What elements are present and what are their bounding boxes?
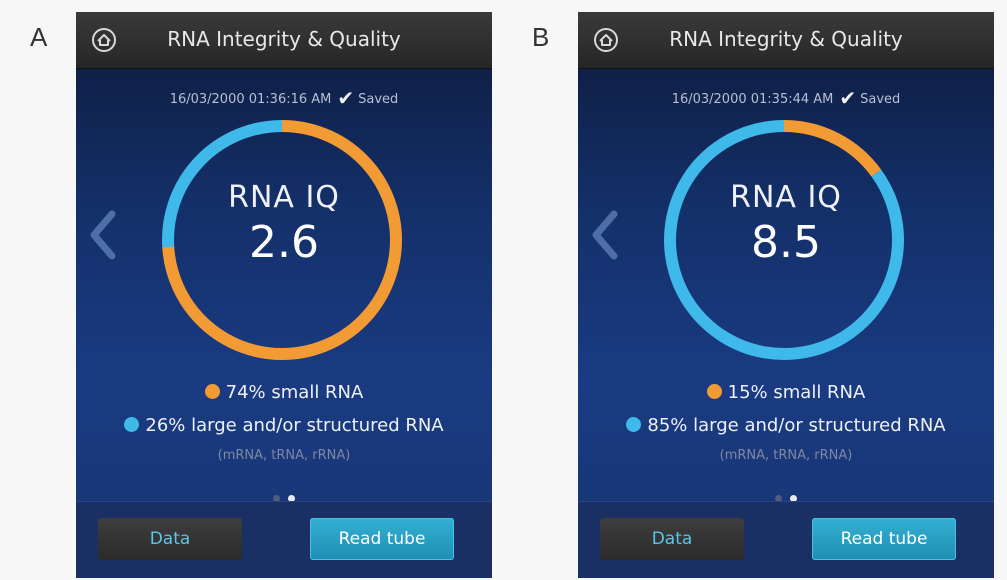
data-button[interactable]: Data — [600, 518, 744, 560]
device-screen-a: RNA Integrity & Quality 16/03/2000 01:36… — [76, 12, 492, 578]
orange-dot-icon — [204, 384, 220, 399]
timestamp: 16/03/2000 01:35:44 AM — [671, 92, 834, 107]
timestamp: 16/03/2000 01:36:16 AM — [169, 92, 332, 107]
screen-title: RNA Integrity & Quality — [669, 27, 903, 51]
read-tube-button[interactable]: Read tube — [812, 518, 956, 560]
blue-dot-icon — [124, 417, 140, 432]
screen-title: RNA Integrity & Quality — [167, 27, 401, 51]
saved-label: Saved — [358, 92, 399, 107]
large-rna-text: 26% large and/or structured RNA — [145, 415, 444, 436]
panel-letter-a: A — [30, 22, 48, 52]
large-rna-text: 85% large and/or structured RNA — [647, 415, 946, 436]
device-screen-b: RNA Integrity & Quality 16/03/2000 01:35… — [578, 12, 994, 578]
saved-label: Saved — [860, 92, 901, 107]
panel-letter-b: B — [532, 22, 550, 52]
rna-types-note: (mRNA, tRNA, rRNA) — [217, 448, 351, 463]
legend-small-rna: 15% small RNA — [578, 382, 994, 403]
read-tube-button[interactable]: Read tube — [310, 518, 454, 560]
rna-iq-value: 8.5 — [751, 217, 821, 268]
legend-large-rna: 85% large and/or structured RNA — [578, 415, 994, 436]
title-bar: RNA Integrity & Quality — [76, 12, 492, 69]
saved-stamp: 16/03/2000 01:36:16 AM ✔ Saved — [76, 86, 492, 110]
rna-iq-label: RNA IQ — [228, 180, 340, 215]
title-bar: RNA Integrity & Quality — [578, 12, 994, 69]
rna-types-note: (mRNA, tRNA, rRNA) — [719, 448, 853, 463]
bottom-bar: Data Read tube — [578, 501, 994, 578]
legend-large-rna: 26% large and/or structured RNA — [76, 415, 492, 436]
data-button[interactable]: Data — [98, 518, 242, 560]
blue-dot-icon — [626, 417, 642, 432]
legend-small-rna: 74% small RNA — [76, 382, 492, 403]
rna-iq-value: 2.6 — [249, 217, 319, 268]
small-rna-text: 74% small RNA — [225, 382, 364, 403]
bottom-bar: Data Read tube — [76, 501, 492, 578]
orange-dot-icon — [706, 384, 722, 399]
checkmark-icon: ✔ — [337, 86, 355, 110]
small-rna-text: 15% small RNA — [727, 382, 866, 403]
checkmark-icon: ✔ — [839, 86, 857, 110]
saved-stamp: 16/03/2000 01:35:44 AM ✔ Saved — [578, 86, 994, 110]
rna-iq-label: RNA IQ — [730, 180, 842, 215]
